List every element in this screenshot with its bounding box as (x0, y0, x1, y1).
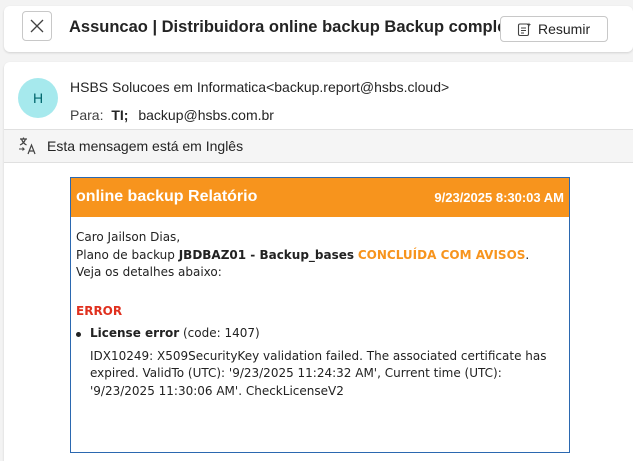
report-body: Caro Jailson Dias, Plano de backup JBDBA… (76, 229, 561, 400)
message-card: H HSBS Solucoes em Informatica<backup.re… (4, 62, 633, 461)
summarize-label: Resumir (538, 21, 591, 37)
avatar[interactable]: H (18, 78, 58, 118)
plan-line: Plano de backup JBDBAZ01 - Backup_bases … (76, 247, 561, 265)
close-button[interactable] (22, 11, 52, 41)
close-icon (30, 19, 44, 33)
status-text: CONCLUÍDA COM AVISOS (357, 247, 526, 262)
report-datetime: 9/23/2025 8:30:03 AM (434, 190, 564, 205)
details-text: Veja os detalhes abaixo: (76, 265, 222, 279)
sender[interactable]: HSBS Solucoes em Informatica<backup.repo… (70, 79, 449, 95)
backup-report: online backup Relatório 9/23/2025 8:30:0… (70, 177, 570, 453)
error-item: License error (code: 1407) (76, 325, 561, 343)
error-name: License error (90, 326, 180, 340)
message-header: Assuncao | Distribuidora online backup B… (4, 6, 633, 52)
summarize-icon (517, 22, 532, 37)
summarize-button[interactable]: Resumir (500, 16, 608, 42)
recipients-line: Para: TI; backup@hsbs.com.br (70, 107, 274, 123)
translation-text: Esta mensagem está em Inglês (47, 138, 244, 154)
report-header: online backup Relatório 9/23/2025 8:30:0… (71, 178, 569, 217)
status-suffix: . (525, 247, 530, 262)
plan-name: JBDBAZ01 - Backup_bases (178, 247, 355, 262)
recipient-email[interactable]: backup@hsbs.com.br (138, 107, 274, 123)
message-subject: Assuncao | Distribuidora online backup B… (69, 18, 532, 36)
to-label: Para: (70, 107, 104, 123)
greeting: Caro Jailson Dias, (76, 230, 181, 244)
error-code: (code: 1407) (182, 326, 260, 340)
error-message: IDX10249: X509SecurityKey validation fai… (90, 348, 547, 398)
error-heading: ERROR (76, 303, 123, 318)
translate-icon (19, 137, 36, 155)
recipient-name[interactable]: TI; (111, 107, 128, 123)
plan-prefix: Plano de backup (76, 247, 175, 262)
translation-bar: Esta mensagem está em Inglês (4, 129, 633, 163)
report-title: online backup Relatório (76, 188, 258, 205)
bullet-icon (76, 332, 81, 337)
